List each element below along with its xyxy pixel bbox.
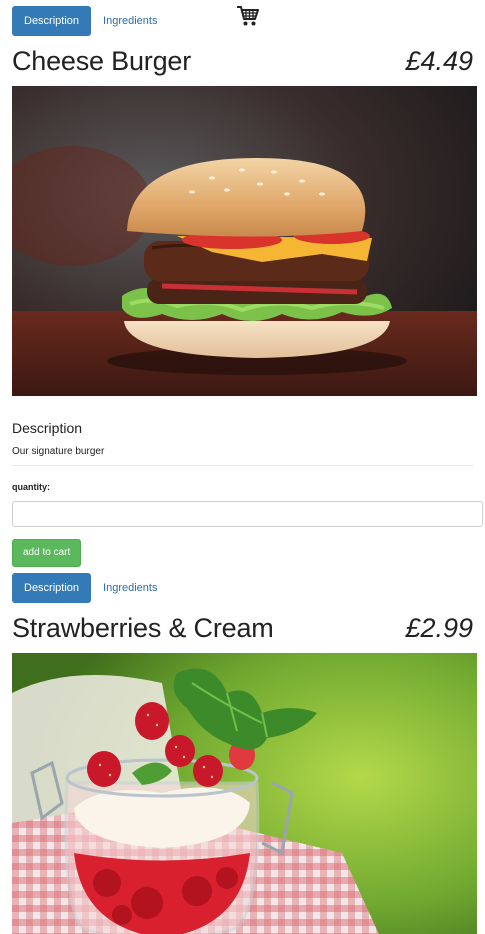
description-text: Our signature burger: [12, 446, 105, 457]
product-header: Strawberries & Cream £2.99: [12, 605, 473, 645]
menu-page: Description Ingredients Cheese Burger £4…: [0, 0, 485, 934]
tab-ingredients[interactable]: Ingredients: [91, 6, 169, 36]
product-tabs: Description Ingredients: [12, 573, 473, 603]
product-title: Strawberries & Cream: [12, 613, 274, 643]
tab-description[interactable]: Description: [12, 6, 92, 36]
product-card: Description Ingredients Strawberries & C…: [0, 567, 485, 934]
cheese-burger-image: [12, 86, 477, 396]
product-card: Description Ingredients Cheese Burger £4…: [0, 0, 485, 567]
add-to-cart-button[interactable]: add to cart: [12, 539, 82, 567]
tab-ingredients[interactable]: Ingredients: [91, 573, 169, 603]
description-heading: Description: [12, 420, 83, 436]
strawberries-cream-image: [12, 653, 477, 934]
shopping-cart-icon[interactable]: [236, 4, 260, 28]
product-price: £2.99: [405, 613, 473, 643]
divider: [12, 465, 473, 466]
product-title: Cheese Burger: [12, 46, 192, 76]
product-header: Cheese Burger £4.49: [12, 38, 473, 78]
product-price: £4.49: [405, 46, 473, 76]
tab-description[interactable]: Description: [12, 573, 92, 603]
quantity-label: quantity:: [12, 482, 50, 492]
quantity-input[interactable]: [12, 501, 483, 527]
